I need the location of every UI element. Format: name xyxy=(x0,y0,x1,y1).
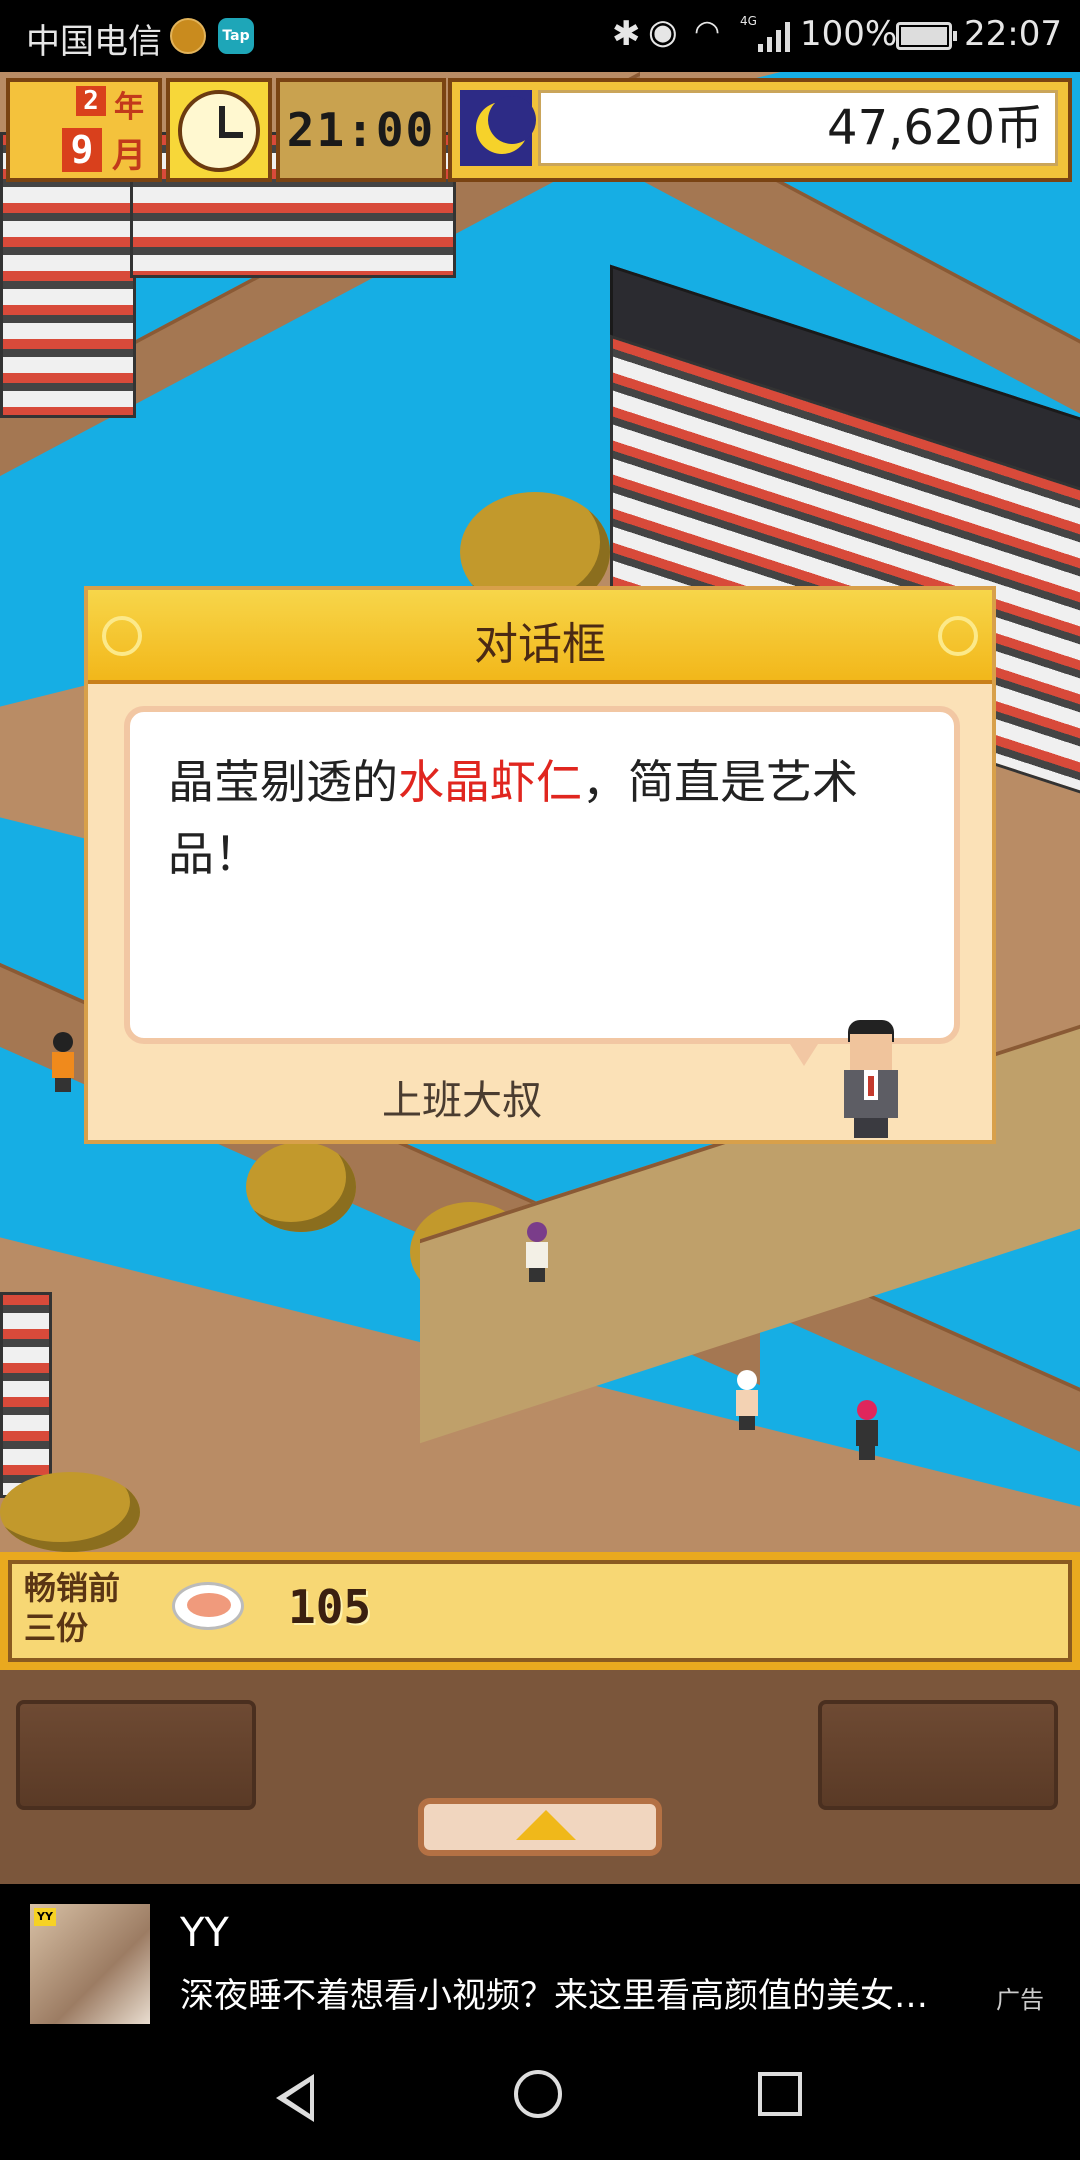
back-icon-inner xyxy=(286,2082,310,2114)
dish-name-highlight: 水晶虾仁 xyxy=(398,755,582,809)
money-panel: 47,620币 xyxy=(448,78,1072,182)
tree xyxy=(246,1142,356,1232)
bestseller-label: 畅销前三份 xyxy=(24,1569,121,1647)
customer-character[interactable] xyxy=(524,1222,550,1282)
eye-comfort-icon: ◉ xyxy=(648,12,678,52)
customer-character[interactable] xyxy=(734,1370,760,1430)
money-amount: 47,620币 xyxy=(538,90,1058,166)
bluetooth-icon: ✱ xyxy=(612,14,641,54)
shrimp-dish-icon xyxy=(172,1582,244,1630)
dialog-title: 对话框 xyxy=(474,619,606,670)
battery-icon xyxy=(896,22,957,50)
expand-up-button[interactable] xyxy=(418,1798,662,1856)
swirl-ornament-icon xyxy=(938,616,978,656)
clock-icon xyxy=(166,78,272,182)
ad-description[interactable]: 深夜睡不着想看小视频？来这里看高颜值的美女… xyxy=(180,1968,1000,2017)
ad-brand-logo: YY xyxy=(34,1908,56,1926)
bestseller-count: 105 xyxy=(288,1580,372,1634)
customer-character[interactable] xyxy=(854,1400,880,1460)
taptap-app-icon: Tap xyxy=(218,18,254,54)
month-label: 月 xyxy=(112,136,146,176)
customer-character[interactable] xyxy=(50,1032,76,1092)
ad-label: 广告 xyxy=(996,1986,1044,2014)
dialog-header: 对话框 xyxy=(88,590,992,684)
dialog-box[interactable]: 对话框 晶莹剔透的水晶虾仁，简直是艺术品！ 上班大叔 xyxy=(84,586,996,1144)
year-number: 2 xyxy=(76,86,106,116)
bestseller-bar[interactable]: 畅销前三份 105 xyxy=(0,1552,1080,1670)
wifi-icon: ◠ xyxy=(694,14,721,49)
message-text: 晶莹剔透的 xyxy=(168,755,398,809)
recent-apps-icon[interactable] xyxy=(758,2072,802,2116)
network-type: 4G xyxy=(740,14,757,28)
month-number: 9 xyxy=(62,128,102,172)
shop-building xyxy=(0,1292,52,1498)
speech-bubble: 晶莹剔透的水晶虾仁，简直是艺术品！ xyxy=(124,706,960,1066)
arrow-up-icon xyxy=(516,1810,576,1840)
system-nav-bar xyxy=(0,2034,1080,2160)
signal-icon xyxy=(758,22,790,52)
battery-percent: 100% xyxy=(800,14,898,54)
ad-thumbnail[interactable]: YY xyxy=(30,1904,150,2024)
right-menu-button[interactable] xyxy=(818,1700,1058,1810)
bottom-panel xyxy=(0,1670,1080,1884)
ad-banner[interactable]: YY YY 深夜睡不着想看小视频？来这里看高颜值的美女… 广告 xyxy=(0,1884,1080,2034)
moon-icon xyxy=(460,90,536,166)
game-date-panel: 2 年 9 月 xyxy=(6,78,162,182)
ad-title[interactable]: YY xyxy=(180,1910,229,1956)
clock: 22:07 xyxy=(964,14,1062,54)
tree xyxy=(0,1472,140,1552)
game-time: 21:00 xyxy=(276,78,446,182)
speaker-name: 上班大叔 xyxy=(382,1078,542,1124)
status-bar: 中国电信 Tap ✱ ◉ ◠ 4G 100% 22:07 xyxy=(0,0,1080,72)
carrier-name: 中国电信 xyxy=(26,22,162,62)
home-icon[interactable] xyxy=(514,2070,562,2118)
speaker-avatar xyxy=(838,1020,904,1138)
year-label: 年 xyxy=(114,90,144,125)
coin-app-icon xyxy=(170,18,206,54)
dialog-message: 晶莹剔透的水晶虾仁，简直是艺术品！ xyxy=(168,746,924,890)
left-menu-button[interactable] xyxy=(16,1700,256,1810)
